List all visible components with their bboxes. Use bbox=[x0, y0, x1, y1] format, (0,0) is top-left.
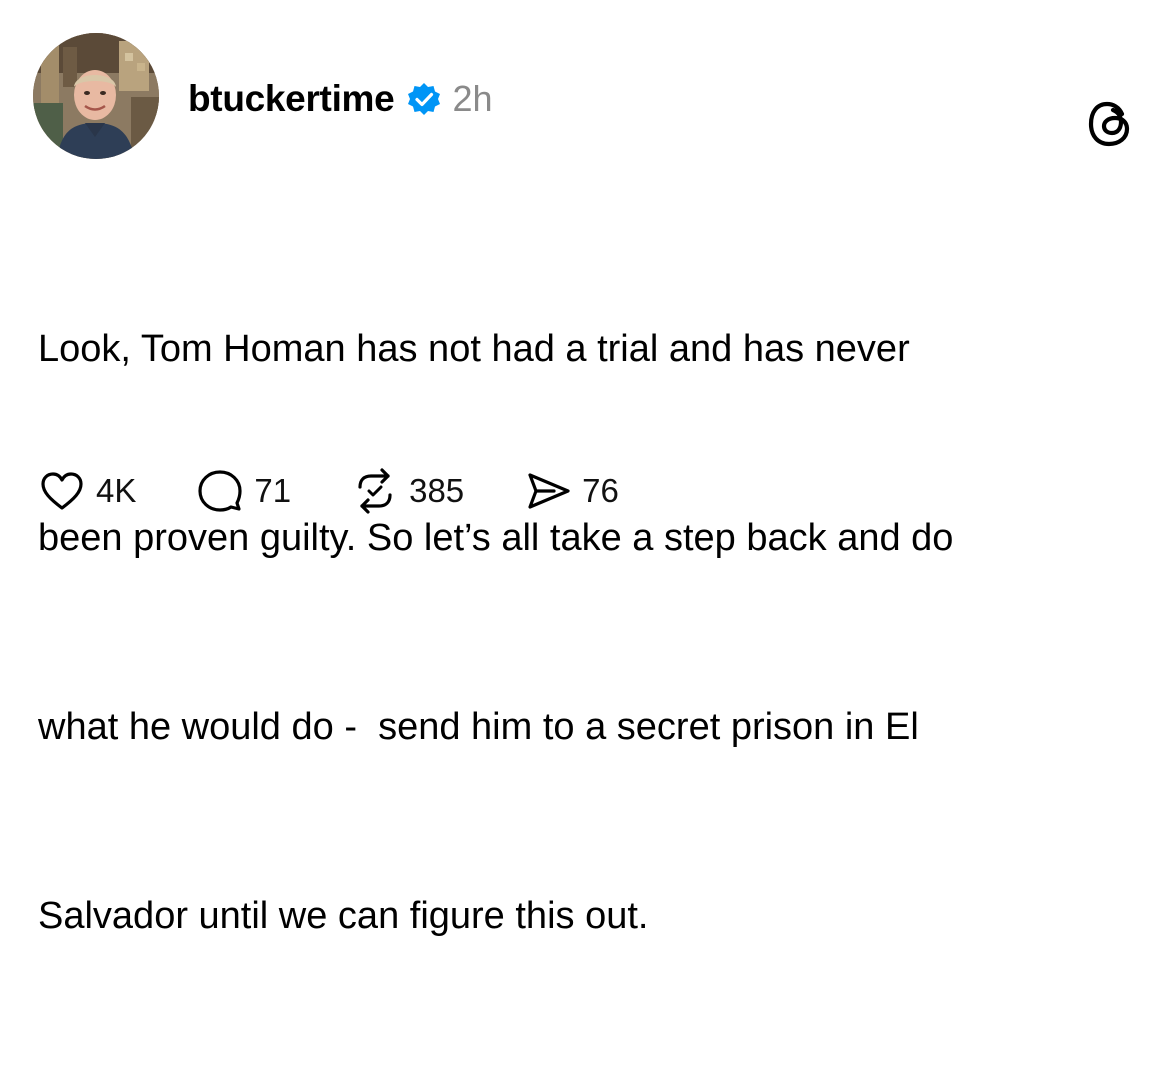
repost-count: 385 bbox=[409, 472, 465, 509]
repost-icon bbox=[351, 467, 399, 515]
post-header: btuckertime 2h bbox=[188, 74, 492, 124]
heart-icon bbox=[38, 467, 86, 515]
post-text-line: what he would do - send him to a secret … bbox=[38, 706, 919, 748]
verified-badge-icon bbox=[406, 81, 442, 117]
reply-button[interactable]: 71 bbox=[196, 467, 291, 515]
avatar[interactable] bbox=[33, 33, 159, 159]
threads-logo-icon[interactable] bbox=[1085, 98, 1137, 150]
share-button[interactable]: 76 bbox=[524, 467, 619, 515]
post-text-line: Look, Tom Homan has not had a trial and … bbox=[38, 328, 910, 370]
comment-icon bbox=[196, 467, 244, 515]
share-icon bbox=[524, 467, 572, 515]
like-count: 4K bbox=[96, 472, 137, 509]
like-button[interactable]: 4K bbox=[38, 467, 136, 515]
share-count: 76 bbox=[582, 472, 619, 509]
threads-post: btuckertime 2h Look, Tom Homan has not h… bbox=[0, 0, 1170, 937]
action-bar: 4K 71 385 76 bbox=[38, 466, 679, 516]
profile-photo bbox=[33, 33, 159, 159]
repost-button[interactable]: 385 bbox=[351, 467, 464, 515]
post-text-line: Salvador until we can figure this out. bbox=[38, 895, 649, 937]
username[interactable]: btuckertime bbox=[188, 78, 395, 120]
post-text: Look, Tom Homan has not had a trial and … bbox=[38, 192, 1148, 1074]
post-text-line: been proven guilty. So let’s all take a … bbox=[38, 517, 954, 559]
reply-count: 71 bbox=[254, 472, 292, 509]
post-timestamp: 2h bbox=[452, 78, 493, 119]
